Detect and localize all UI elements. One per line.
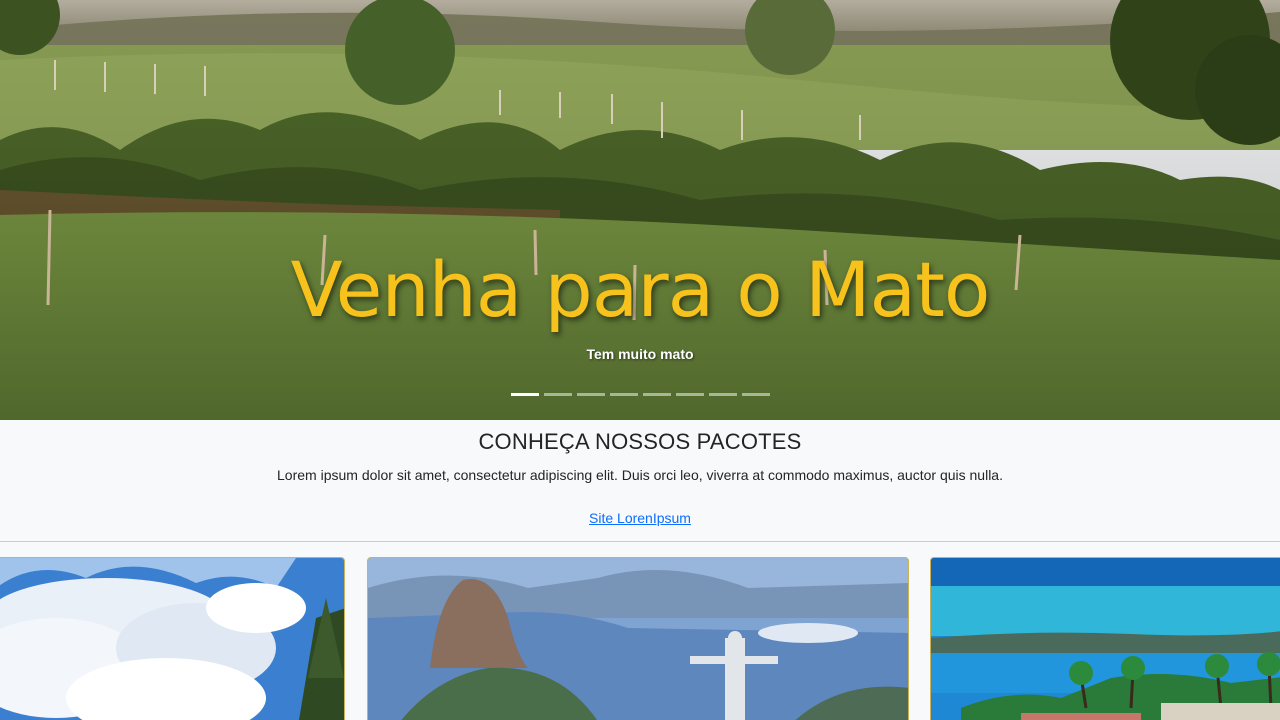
packages-intro: CONHEÇA NOSSOS PACOTES Lorem ipsum dolor… — [0, 420, 1280, 542]
package-image-beach — [931, 558, 1280, 720]
hero-title: Venha para o Mato — [290, 245, 991, 334]
carousel-caption: Venha para o Mato Tem muito mato — [0, 240, 1280, 362]
hero-carousel: Venha para o Mato Tem muito mato — [0, 0, 1280, 420]
carousel-indicator-3[interactable] — [576, 393, 605, 396]
package-card[interactable] — [930, 557, 1280, 720]
package-card[interactable] — [367, 557, 909, 720]
hero-subtitle: Tem muito mato — [586, 346, 694, 362]
carousel-indicator-1[interactable] — [510, 393, 539, 396]
carousel-indicator-5[interactable] — [642, 393, 671, 396]
packages-description: Lorem ipsum dolor sit amet, consectetur … — [277, 467, 1003, 483]
carousel-indicator-2[interactable] — [543, 393, 572, 396]
carousel-indicator-6[interactable] — [675, 393, 704, 396]
package-card[interactable] — [0, 557, 345, 720]
packages-heading: CONHEÇA NOSSOS PACOTES — [478, 429, 802, 454]
carousel-indicators — [0, 393, 1280, 396]
carousel-indicator-4[interactable] — [609, 393, 638, 396]
carousel-indicator-8[interactable] — [741, 393, 770, 396]
carousel-indicator-7[interactable] — [708, 393, 737, 396]
package-image-rio-de-janeiro — [368, 558, 908, 720]
site-link[interactable]: Site LorenIpsum — [589, 510, 691, 526]
package-image-sky-trees — [0, 558, 344, 720]
